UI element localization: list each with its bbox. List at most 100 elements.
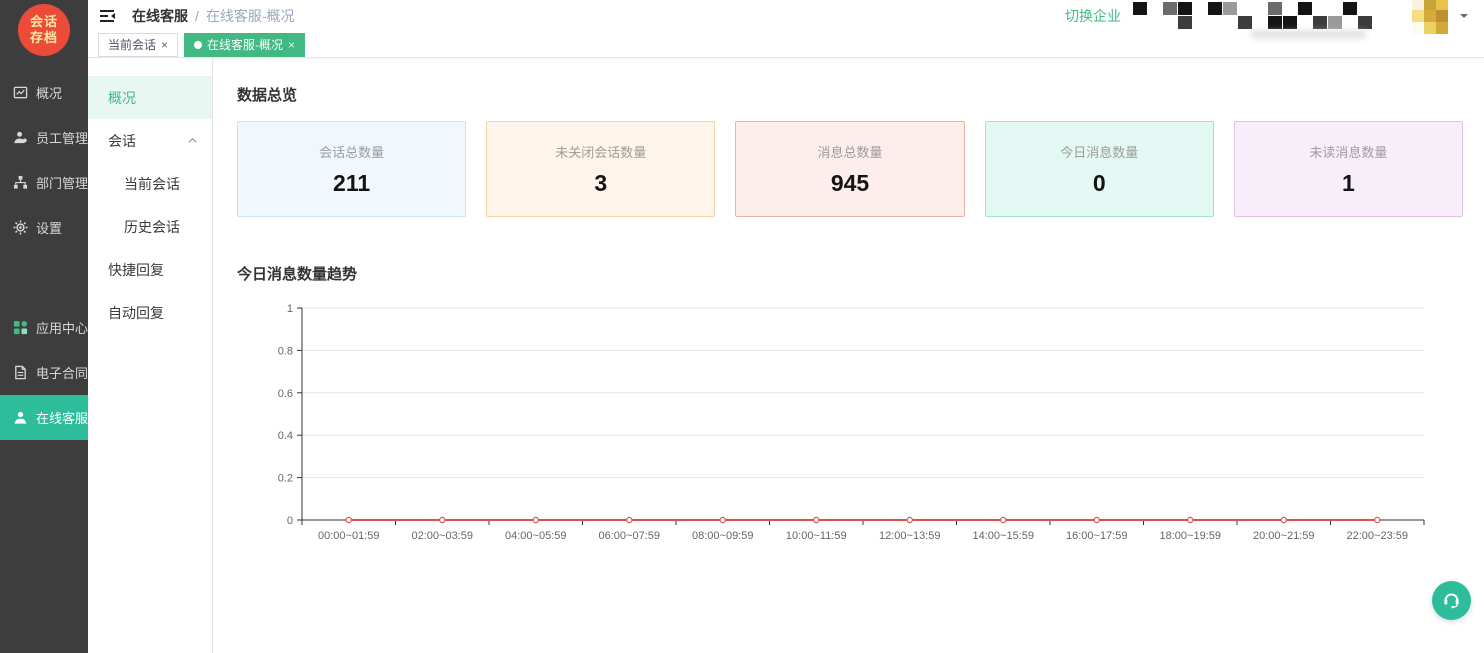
stat-card-value: 0 [1093,170,1106,197]
stat-card-label: 会话总数量 [319,142,384,161]
submenu-item-overview[interactable]: 概况 [88,76,212,119]
sidebar-item-overview[interactable]: 概况 [0,70,88,115]
svg-text:10:00~11:59: 10:00~11:59 [786,530,847,542]
dashboard-icon [13,85,28,100]
svg-text:0.2: 0.2 [278,473,293,485]
active-tab-dot [194,41,202,49]
stat-card-label: 未读消息数量 [1309,142,1387,161]
submenu-item-current-session[interactable]: 当前会话 [88,162,212,205]
stat-card-value: 211 [333,170,370,197]
switch-company-link[interactable]: 切换企业 [1065,6,1121,26]
header-right: 切换企业 [1065,0,1468,34]
chevron-down-icon[interactable] [1460,14,1468,22]
company-name-redacted [1133,2,1372,29]
main-sidebar-nav: 概况员工管理部门管理设置应用中心电子合同在线客服 [0,70,88,440]
sidebar-item-label: 应用中心 [36,318,88,337]
overview-section-title: 数据总览 [237,84,1484,105]
close-icon[interactable]: × [161,38,168,52]
svg-text:20:00~21:59: 20:00~21:59 [1253,530,1314,542]
submenu-item-session[interactable]: 会话 [88,119,212,162]
sidebar-item-app-center[interactable]: 应用中心 [0,305,88,350]
apps-icon [13,320,28,335]
secondary-sidebar: 概况会话当前会话历史会话快捷回复自动回复 [88,58,213,653]
sidebar-item-department-management[interactable]: 部门管理 [0,160,88,205]
headset-icon [1441,589,1462,613]
svg-text:08:00~09:59: 08:00~09:59 [692,530,753,542]
breadcrumb: 在线客服 / 在线客服-概况 [132,6,295,26]
breadcrumb-separator: / [195,8,199,24]
stat-card-value: 945 [831,170,869,197]
stat-card-value: 1 [1342,170,1355,197]
menu-fold-icon[interactable] [98,6,118,26]
tab-current-session[interactable]: 当前会话 × [98,33,178,57]
nav-row: 在线客服 / 在线客服-概况 切换企业 [88,0,1484,31]
stat-cards: 会话总数量 211 未关闭会话数量 3 消息总数量 945 今日消息数量 0 未读消息数量 1 [237,121,1463,217]
main-content: 数据总览 会话总数量 211 未关闭会话数量 3 消息总数量 945 今日消息数量 0 未读消息… [213,58,1484,653]
sidebar-item-settings[interactable]: 设置 [0,205,88,250]
submenu-item-label: 概况 [108,88,136,108]
stat-card-total-messages: 消息总数量 945 [735,121,964,217]
contract-icon [13,365,28,380]
svg-text:06:00~07:59: 06:00~07:59 [599,530,660,542]
stat-card-value: 3 [594,170,607,197]
stat-card-unread-messages: 未读消息数量 1 [1234,121,1463,217]
stat-card-total-sessions: 会话总数量 211 [237,121,466,217]
gear-icon [13,220,28,235]
sidebar-item-employee-management[interactable]: 员工管理 [0,115,88,160]
submenu-item-label: 会话 [108,131,136,151]
breadcrumb-root[interactable]: 在线客服 [132,6,188,26]
svg-text:12:00~13:59: 12:00~13:59 [879,530,940,542]
stat-card-today-messages: 今日消息数量 0 [985,121,1214,217]
sidebar-item-e-contract[interactable]: 电子合同 [0,350,88,395]
redaction-smudge [1251,30,1366,39]
submenu-item-label: 快捷回复 [108,260,164,280]
main-sidebar: 会话 存档 概况员工管理部门管理设置应用中心电子合同在线客服 [0,0,88,653]
sidebar-item-label: 员工管理 [36,128,88,147]
sidebar-item-label: 在线客服 [36,408,88,427]
avatar[interactable] [1412,0,1448,34]
svg-text:00:00~01:59: 00:00~01:59 [318,530,379,542]
breadcrumb-current: 在线客服-概况 [206,6,295,26]
message-trend-chart: 0 0.2 0.4 0.6 0.8 1 00:00~01:59 02:00~03:59 04:0… [237,292,1484,549]
tab-label: 在线客服-概况 [207,36,283,53]
svg-text:02:00~03:59: 02:00~03:59 [412,530,473,542]
svg-text:0.6: 0.6 [278,388,293,400]
logo-text-line1: 会话 [30,14,58,30]
svg-text:0.4: 0.4 [278,430,293,442]
stat-card-open-sessions: 未关闭会话数量 3 [486,121,715,217]
svg-text:16:00~17:59: 16:00~17:59 [1066,530,1127,542]
logo-text-line2: 存档 [30,30,58,46]
submenu-item-auto-reply[interactable]: 自动回复 [88,291,212,334]
svg-text:1: 1 [287,303,293,315]
tab-online-service-overview[interactable]: 在线客服-概况 × [184,33,305,57]
customer-service-fab[interactable] [1432,581,1471,620]
stat-card-label: 消息总数量 [818,142,883,161]
sidebar-item-online-service[interactable]: 在线客服 [0,395,88,440]
stat-card-label: 未关闭会话数量 [555,142,646,161]
svg-text:22:00~23:59: 22:00~23:59 [1347,530,1408,542]
submenu-item-label: 当前会话 [124,174,180,194]
sidebar-item-label: 设置 [36,218,62,237]
svg-text:14:00~15:59: 14:00~15:59 [973,530,1034,542]
stat-card-label: 今日消息数量 [1060,142,1138,161]
sidebar-item-label: 电子合同 [36,363,88,382]
svg-text:04:00~05:59: 04:00~05:59 [505,530,566,542]
chart-title: 今日消息数量趋势 [237,263,1484,284]
submenu-item-history-session[interactable]: 历史会话 [88,205,212,248]
close-icon[interactable]: × [288,38,295,52]
service-person-icon [13,410,28,425]
submenu-item-label: 自动回复 [108,303,164,323]
svg-text:0.8: 0.8 [278,345,293,357]
employee-icon [13,130,28,145]
submenu-item-label: 历史会话 [124,217,180,237]
sidebar-item-label: 部门管理 [36,173,88,192]
department-icon [13,175,28,190]
sidebar-item-label: 概况 [36,83,62,102]
app-logo[interactable]: 会话 存档 [18,4,70,56]
top-header: 在线客服 / 在线客服-概况 切换企业 当前会话 × 在线客服-概况 × [88,0,1484,58]
chart-svg: 0 0.2 0.4 0.6 0.8 1 00:00~01:59 02:00~03:59 04:0… [237,292,1452,544]
submenu-item-quick-reply[interactable]: 快捷回复 [88,248,212,291]
tab-label: 当前会话 [108,36,156,53]
svg-text:18:00~19:59: 18:00~19:59 [1160,530,1221,542]
svg-text:0: 0 [287,515,293,527]
